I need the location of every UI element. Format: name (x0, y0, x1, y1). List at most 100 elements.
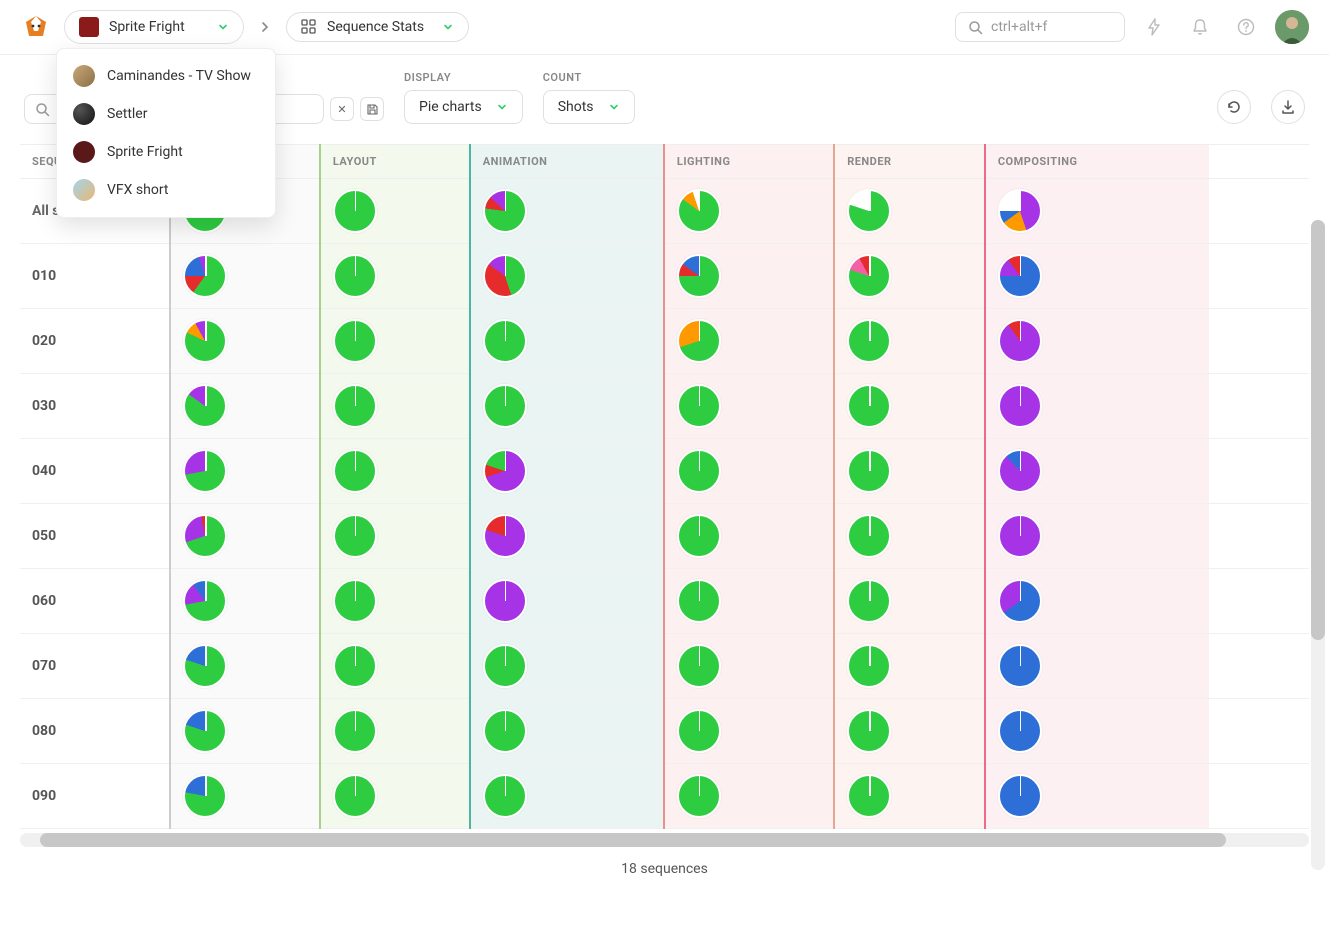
pie-cell-layout[interactable] (320, 764, 470, 829)
pie-cell-animation[interactable] (470, 439, 664, 504)
table-row[interactable]: 030 (20, 374, 1309, 439)
pie-cell-layout[interactable] (320, 374, 470, 439)
pie-cell-compositing[interactable] (985, 634, 1209, 699)
pie-cell-render[interactable] (834, 764, 985, 829)
sequence-name-cell[interactable]: 090 (20, 764, 170, 829)
pie-cell-lighting[interactable] (664, 374, 834, 439)
pie-cell-animation[interactable] (470, 569, 664, 634)
pie-cell-lighting[interactable] (664, 699, 834, 764)
col-lighting-header[interactable]: LIGHTING (664, 145, 834, 179)
pie-cell-layout[interactable] (320, 504, 470, 569)
pie-cell-lighting[interactable] (664, 634, 834, 699)
sequence-name-cell[interactable]: 020 (20, 309, 170, 374)
sequence-name-cell[interactable]: 050 (20, 504, 170, 569)
pie-cell-compositing[interactable] (985, 244, 1209, 309)
sequence-name-cell[interactable]: 040 (20, 439, 170, 504)
save-filter-button[interactable] (360, 97, 384, 121)
app-logo[interactable] (20, 11, 52, 43)
pie-cell-lighting[interactable] (664, 439, 834, 504)
pie-cell-render[interactable] (834, 634, 985, 699)
global-search[interactable]: ctrl+alt+f (955, 12, 1125, 42)
sequence-name-cell[interactable]: 010 (20, 244, 170, 309)
bolt-button[interactable] (1137, 10, 1171, 44)
table-row[interactable]: 060 (20, 569, 1309, 634)
help-button[interactable] (1229, 10, 1263, 44)
pie-cell-all[interactable] (170, 309, 320, 374)
pie-cell-layout[interactable] (320, 569, 470, 634)
col-animation-header[interactable]: ANIMATION (470, 145, 664, 179)
table-row[interactable]: 050 (20, 504, 1309, 569)
pie-cell-compositing[interactable] (985, 179, 1209, 244)
pie-cell-animation[interactable] (470, 179, 664, 244)
sequence-name-cell[interactable]: 080 (20, 699, 170, 764)
pie-cell-all[interactable] (170, 244, 320, 309)
count-filter-select[interactable]: Shots (543, 90, 635, 124)
sequence-name-cell[interactable]: 060 (20, 569, 170, 634)
sequence-name-cell[interactable]: 070 (20, 634, 170, 699)
user-avatar[interactable] (1275, 10, 1309, 44)
pie-cell-lighting[interactable] (664, 179, 834, 244)
pie-cell-render[interactable] (834, 179, 985, 244)
display-filter-select[interactable]: Pie charts (404, 90, 523, 124)
pie-cell-compositing[interactable] (985, 309, 1209, 374)
pie-cell-compositing[interactable] (985, 569, 1209, 634)
pie-cell-render[interactable] (834, 699, 985, 764)
horizontal-scrollbar[interactable] (20, 833, 1309, 847)
pie-cell-lighting[interactable] (664, 569, 834, 634)
col-compositing-header[interactable]: COMPOSITING (985, 145, 1209, 179)
pie-cell-animation[interactable] (470, 244, 664, 309)
horizontal-scrollbar-thumb[interactable] (40, 833, 1226, 847)
pie-cell-animation[interactable] (470, 504, 664, 569)
project-dropdown-item[interactable]: Settler (57, 95, 275, 133)
download-button[interactable] (1271, 90, 1305, 124)
table-row[interactable]: 040 (20, 439, 1309, 504)
project-dropdown-item[interactable]: Caminandes - TV Show (57, 57, 275, 95)
col-render-header[interactable]: RENDER (834, 145, 985, 179)
pie-cell-render[interactable] (834, 569, 985, 634)
project-dropdown-item[interactable]: VFX short (57, 171, 275, 209)
pie-cell-compositing[interactable] (985, 764, 1209, 829)
sequence-name-cell[interactable]: 030 (20, 374, 170, 439)
pie-cell-lighting[interactable] (664, 244, 834, 309)
pie-cell-animation[interactable] (470, 309, 664, 374)
pie-cell-layout[interactable] (320, 244, 470, 309)
table-row[interactable]: 020 (20, 309, 1309, 374)
vertical-scrollbar[interactable] (1311, 220, 1325, 870)
pie-cell-lighting[interactable] (664, 309, 834, 374)
pie-cell-compositing[interactable] (985, 374, 1209, 439)
pie-cell-animation[interactable] (470, 374, 664, 439)
pie-cell-animation[interactable] (470, 764, 664, 829)
pie-cell-render[interactable] (834, 374, 985, 439)
col-layout-header[interactable]: LAYOUT (320, 145, 470, 179)
pie-cell-layout[interactable] (320, 634, 470, 699)
pie-cell-all[interactable] (170, 374, 320, 439)
clear-filter-button[interactable]: ✕ (330, 97, 354, 121)
table-row[interactable]: 010 (20, 244, 1309, 309)
project-selector[interactable]: Sprite Fright (64, 10, 244, 44)
pie-cell-render[interactable] (834, 439, 985, 504)
pie-cell-animation[interactable] (470, 634, 664, 699)
pie-cell-layout[interactable] (320, 309, 470, 374)
page-selector[interactable]: Sequence Stats (286, 12, 469, 42)
pie-cell-all[interactable] (170, 699, 320, 764)
notifications-button[interactable] (1183, 10, 1217, 44)
pie-cell-all[interactable] (170, 504, 320, 569)
pie-cell-compositing[interactable] (985, 699, 1209, 764)
pie-cell-all[interactable] (170, 439, 320, 504)
pie-cell-animation[interactable] (470, 699, 664, 764)
pie-cell-lighting[interactable] (664, 504, 834, 569)
pie-cell-render[interactable] (834, 244, 985, 309)
vertical-scrollbar-thumb[interactable] (1311, 220, 1325, 640)
pie-cell-all[interactable] (170, 764, 320, 829)
table-row[interactable]: 070 (20, 634, 1309, 699)
pie-cell-compositing[interactable] (985, 439, 1209, 504)
pie-cell-compositing[interactable] (985, 504, 1209, 569)
pie-cell-layout[interactable] (320, 439, 470, 504)
pie-cell-layout[interactable] (320, 699, 470, 764)
pie-cell-all[interactable] (170, 569, 320, 634)
pie-cell-render[interactable] (834, 309, 985, 374)
project-dropdown-item[interactable]: Sprite Fright (57, 133, 275, 171)
table-row[interactable]: 090 (20, 764, 1309, 829)
table-row[interactable]: 080 (20, 699, 1309, 764)
pie-cell-render[interactable] (834, 504, 985, 569)
